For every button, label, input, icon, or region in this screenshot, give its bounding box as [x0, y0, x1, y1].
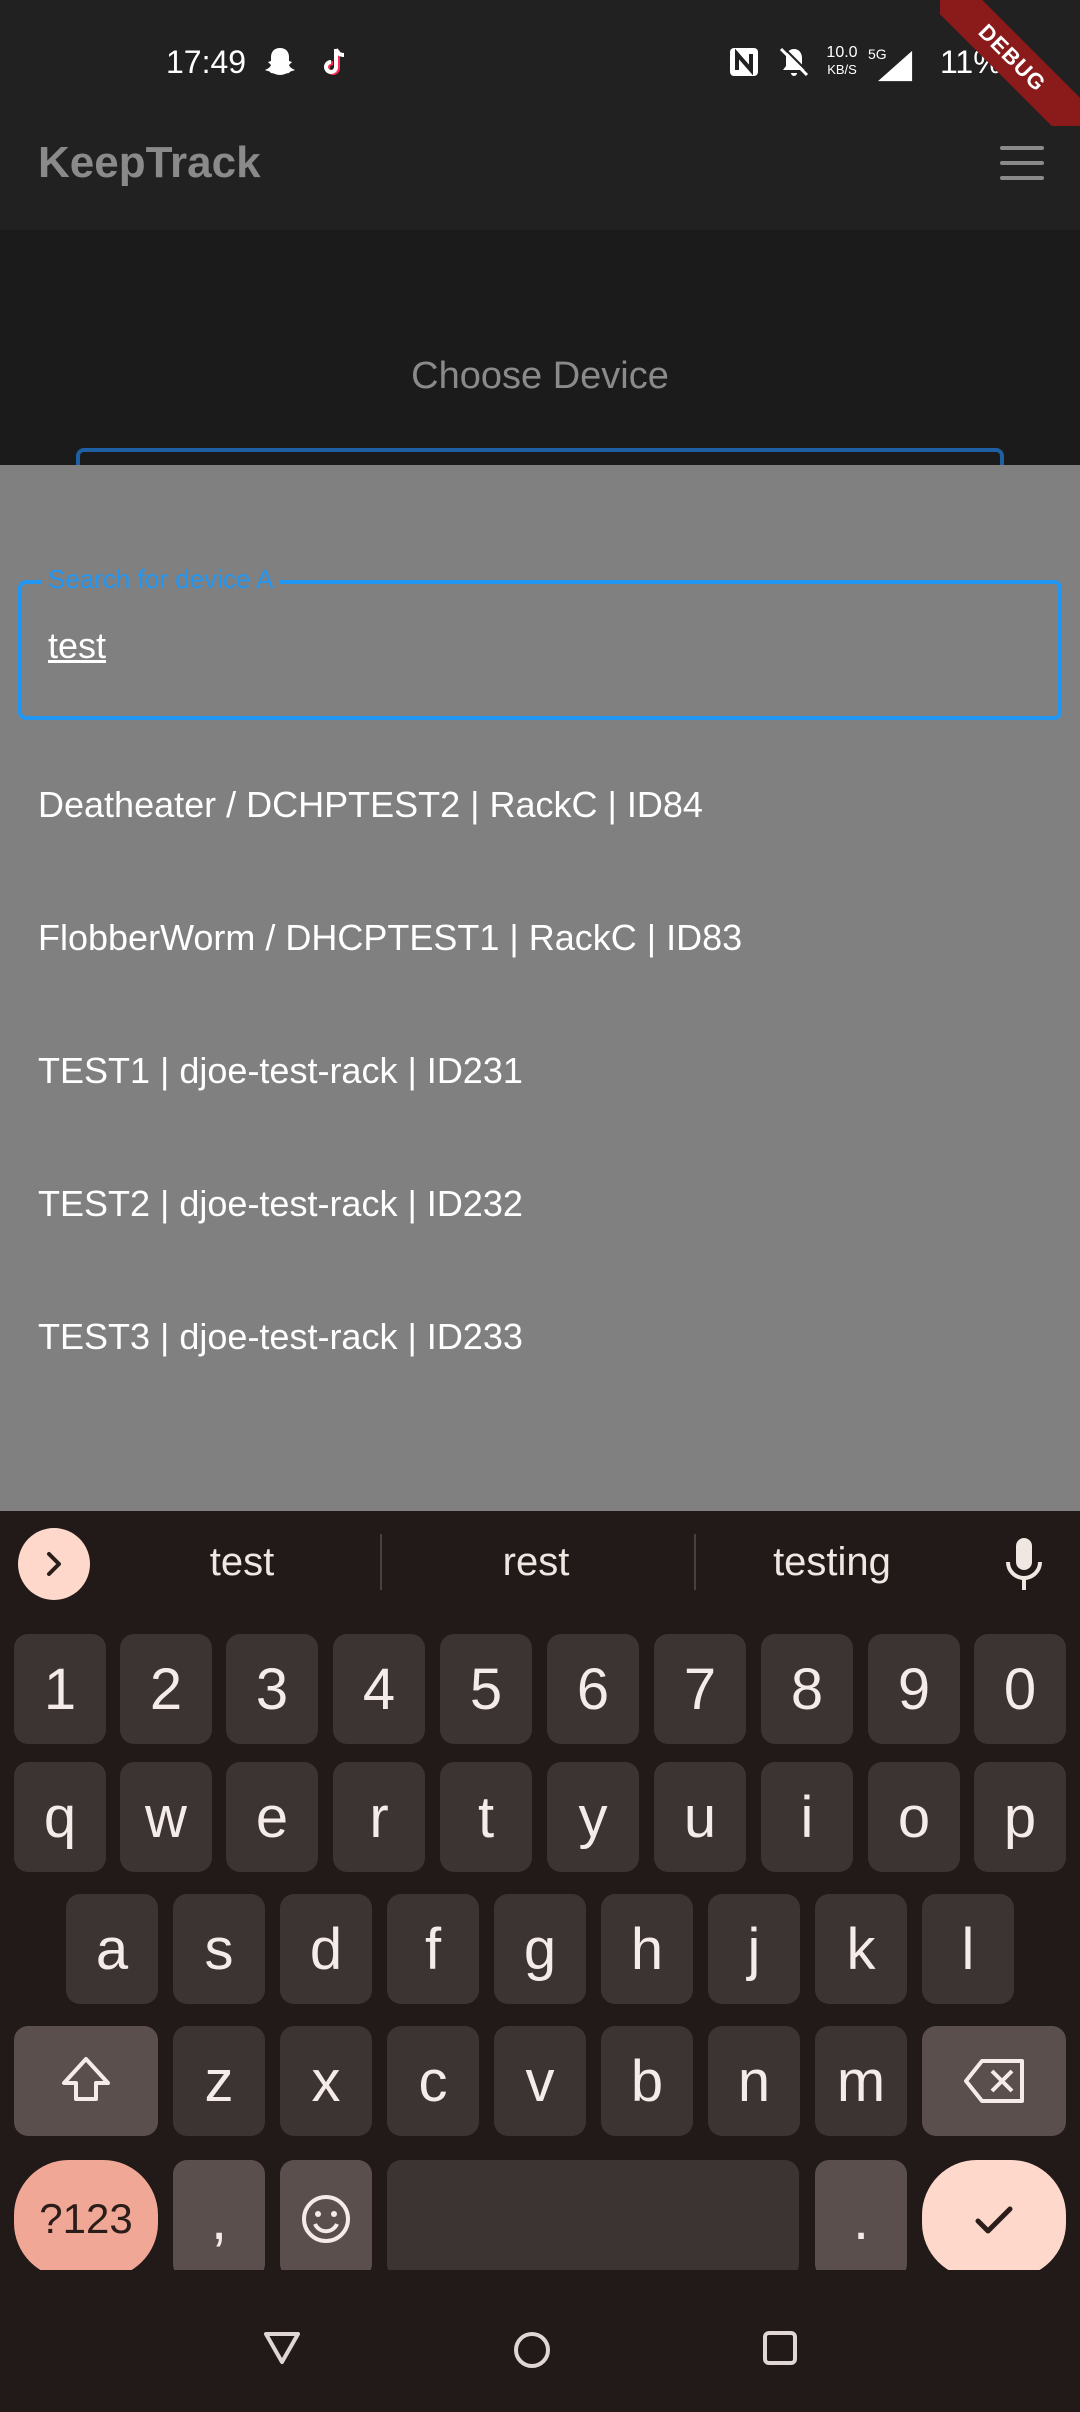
signal-icon: [878, 48, 914, 84]
search-input[interactable]: [18, 580, 1062, 720]
key-9[interactable]: 9: [868, 1634, 960, 1744]
checkmark-icon: [975, 2206, 1013, 2234]
key-0[interactable]: 0: [974, 1634, 1066, 1744]
app-title: KeepTrack: [38, 138, 261, 187]
suggestion-item[interactable]: testing: [732, 1540, 932, 1585]
network-speed-unit: KB/S: [827, 62, 857, 77]
key-b[interactable]: b: [601, 2026, 693, 2136]
page-heading: Choose Device: [411, 355, 669, 397]
key-i[interactable]: i: [761, 1762, 853, 1872]
search-input-value[interactable]: test: [48, 625, 106, 667]
key-r[interactable]: r: [333, 1762, 425, 1872]
snapchat-icon: [262, 44, 298, 80]
key-8[interactable]: 8: [761, 1634, 853, 1744]
key-c[interactable]: c: [387, 2026, 479, 2136]
comma-key[interactable]: ,: [173, 2160, 265, 2278]
chevron-right-icon[interactable]: [18, 1528, 90, 1600]
result-item[interactable]: TEST3 | djoe-test-rack | ID233: [38, 1316, 523, 1358]
key-6[interactable]: 6: [547, 1634, 639, 1744]
network-speed: 10.0 KB/S: [822, 44, 862, 78]
space-key[interactable]: [387, 2160, 799, 2278]
key-l[interactable]: l: [922, 1894, 1014, 2004]
symbols-key[interactable]: ?123: [14, 2160, 158, 2278]
key-y[interactable]: y: [547, 1762, 639, 1872]
key-7[interactable]: 7: [654, 1634, 746, 1744]
network-speed-value: 10.0: [826, 44, 858, 61]
shift-key[interactable]: [14, 2026, 158, 2136]
key-a[interactable]: a: [66, 1894, 158, 2004]
key-z[interactable]: z: [173, 2026, 265, 2136]
backspace-key[interactable]: [922, 2026, 1066, 2136]
suggestion-item[interactable]: test: [142, 1540, 342, 1585]
key-f[interactable]: f: [387, 1894, 479, 2004]
debug-banner: DEBUG: [940, 0, 1080, 140]
period-key[interactable]: .: [815, 2160, 907, 2278]
key-w[interactable]: w: [120, 1762, 212, 1872]
key-x[interactable]: x: [280, 2026, 372, 2136]
key-h[interactable]: h: [601, 1894, 693, 2004]
key-1[interactable]: 1: [14, 1634, 106, 1744]
mute-icon: [776, 44, 812, 80]
key-k[interactable]: k: [815, 1894, 907, 2004]
page-background: [0, 230, 1080, 465]
suggestion-divider: [380, 1534, 382, 1590]
nfc-icon: [726, 44, 762, 80]
key-e[interactable]: e: [226, 1762, 318, 1872]
key-5[interactable]: 5: [440, 1634, 532, 1744]
result-item[interactable]: TEST2 | djoe-test-rack | ID232: [38, 1183, 523, 1225]
tiktok-icon: [316, 44, 352, 80]
hamburger-menu-icon[interactable]: [996, 142, 1048, 184]
shift-icon: [62, 2057, 110, 2101]
key-s[interactable]: s: [173, 1894, 265, 2004]
key-u[interactable]: u: [654, 1762, 746, 1872]
result-item[interactable]: FlobberWorm / DHCPTEST1 | RackC | ID83: [38, 917, 742, 959]
key-j[interactable]: j: [708, 1894, 800, 2004]
emoji-key[interactable]: [280, 2160, 372, 2278]
key-m[interactable]: m: [815, 2026, 907, 2136]
menu-line: [1000, 176, 1044, 180]
backspace-icon: [964, 2059, 1024, 2103]
key-p[interactable]: p: [974, 1762, 1066, 1872]
key-t[interactable]: t: [440, 1762, 532, 1872]
emoji-icon: [302, 2195, 350, 2243]
recents-icon[interactable]: [762, 2330, 798, 2371]
key-d[interactable]: d: [280, 1894, 372, 2004]
search-input-label: Search for device A: [42, 564, 280, 595]
key-v[interactable]: v: [494, 2026, 586, 2136]
result-item[interactable]: TEST1 | djoe-test-rack | ID231: [38, 1050, 523, 1092]
suggestion-divider: [694, 1534, 696, 1590]
back-icon[interactable]: [262, 2330, 302, 2371]
menu-line: [1000, 161, 1044, 165]
menu-line: [1000, 146, 1044, 150]
key-g[interactable]: g: [494, 1894, 586, 2004]
key-n[interactable]: n: [708, 2026, 800, 2136]
debug-banner-container: DEBUG: [940, 0, 1080, 140]
key-q[interactable]: q: [14, 1762, 106, 1872]
status-bar: [0, 0, 1080, 126]
done-key[interactable]: [922, 2160, 1066, 2278]
key-3[interactable]: 3: [226, 1634, 318, 1744]
key-4[interactable]: 4: [333, 1634, 425, 1744]
suggestion-item[interactable]: rest: [436, 1540, 636, 1585]
microphone-icon[interactable]: [1004, 1536, 1044, 1594]
key-2[interactable]: 2: [120, 1634, 212, 1744]
key-o[interactable]: o: [868, 1762, 960, 1872]
home-icon[interactable]: [512, 2330, 552, 2375]
result-item[interactable]: Deatheater / DCHPTEST2 | RackC | ID84: [38, 784, 703, 826]
status-time: 17:49: [166, 44, 247, 80]
